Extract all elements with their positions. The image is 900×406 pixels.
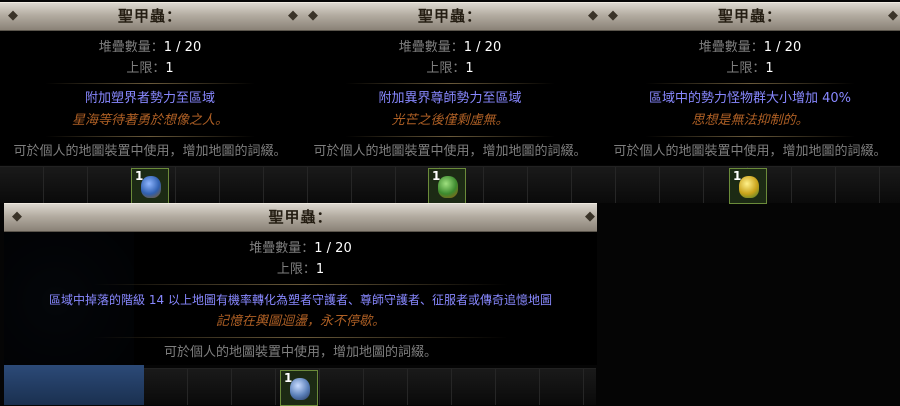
separator [45,136,255,137]
scarab-icon [141,176,161,198]
inventory-grid: 1 [144,368,596,406]
help-text: 可於個人的地圖裝置中使用，增加地圖的詞綴。 [613,144,887,159]
help-text: 可於個人的地圖裝置中使用，增加地圖的詞綴。 [313,144,587,159]
separator [92,337,509,338]
inventory-slot-scarab-3[interactable]: 1 [729,168,767,204]
ornament-icon: ◆ [308,8,318,23]
help-text: 可於個人的地圖裝置中使用，增加地圖的詞綴。 [163,345,437,360]
tooltip-scarab-4: ◆ 聖甲蟲： ◆ 堆疊數量：1 / 20 上限：1 區域中掉落的階級 14 以上… [4,203,597,365]
limit-label: 上限： [426,61,466,76]
explicit-mod: 附加異界尊師勢力至區域 [378,91,522,106]
explicit-mod: 附加塑界者勢力至區域 [84,91,215,106]
tooltip-title: 聖甲蟲： [117,7,182,25]
tooltip-header: ◆ 聖甲蟲： ◆ [300,2,600,31]
tooltip-title: 聖甲蟲： [717,7,782,25]
inventory-slot-scarab-1[interactable]: 1 [131,168,169,204]
separator [345,136,555,137]
scarab-icon [438,176,458,198]
limit-label: 上限： [726,61,766,76]
tooltip-header: ◆ 聖甲蟲： ◆ [0,2,300,31]
help-text: 可於個人的地圖裝置中使用，增加地圖的詞綴。 [13,144,287,159]
inventory-grid: 1 1 1 [0,166,900,204]
limit-row: 上限：1 [4,259,597,280]
scarab-icon [290,378,310,400]
separator [645,83,855,84]
ornament-icon: ◆ [588,8,598,23]
stack-size-value: 1 / 20 [163,40,202,55]
scarab-icon [739,176,759,198]
tooltip-header: ◆ 聖甲蟲： ◆ [600,2,900,31]
tooltip-scarab-1: ◆ 聖甲蟲： ◆ 堆疊數量：1 / 20 上限：1 附加塑界者勢力至區域 星海等… [0,2,300,165]
stack-size-row: 堆疊數量：1 / 20 [300,37,600,58]
stack-size-value: 1 / 20 [763,40,802,55]
explicit-mod: 區域中掉落的階級 14 以上地圖有機率轉化為塑者守護者、尊師守護者、征服者或傳奇… [49,293,552,307]
stack-size-row: 堆疊數量：1 / 20 [600,37,900,58]
flavor-text: 記憶在輿圖迴盪，永不停歇。 [215,314,385,329]
limit-value: 1 [165,61,174,76]
ornament-icon: ◆ [288,8,298,23]
limit-value: 1 [315,262,325,277]
stack-size-value: 1 / 20 [463,40,502,55]
limit-label: 上限： [276,262,316,277]
flavor-text: 星海等待著勇於想像之人。 [71,113,228,128]
tooltip-scarab-2: ◆ 聖甲蟲： ◆ 堆疊數量：1 / 20 上限：1 附加異界尊師勢力至區域 光芒… [300,2,600,165]
stack-size-row: 堆疊數量：1 / 20 [0,37,300,58]
explicit-mod: 區域中的勢力怪物群大小增加 40% [648,91,852,106]
stack-size-label: 堆疊數量： [249,241,315,256]
inventory-slot-scarab-4[interactable]: 1 [280,370,318,406]
stack-size-row: 堆疊數量：1 / 20 [4,238,597,259]
limit-value: 1 [465,61,474,76]
stack-size-label: 堆疊數量： [698,40,764,55]
limit-row: 上限：1 [300,58,600,79]
map-background [4,365,144,405]
tooltip-header: ◆ 聖甲蟲： ◆ [4,203,597,232]
separator [92,284,509,285]
stack-size-label: 堆疊數量： [98,40,164,55]
tooltip-scarab-3: ◆ 聖甲蟲： ◆ 堆疊數量：1 / 20 上限：1 區域中的勢力怪物群大小增加 … [600,2,900,165]
limit-label: 上限： [126,61,166,76]
limit-row: 上限：1 [600,58,900,79]
ornament-icon: ◆ [12,209,22,224]
separator [45,83,255,84]
inventory-slot-scarab-2[interactable]: 1 [428,168,466,204]
tooltip-title: 聖甲蟲： [268,208,333,226]
flavor-text: 光芒之後僅剩虛無。 [391,113,509,128]
ornament-icon: ◆ [585,209,595,224]
limit-value: 1 [765,61,774,76]
ornament-icon: ◆ [608,8,618,23]
flavor-text: 思想是無法抑制的。 [691,113,809,128]
separator [645,136,855,137]
ornament-icon: ◆ [888,8,898,23]
limit-row: 上限：1 [0,58,300,79]
stack-size-label: 堆疊數量： [398,40,464,55]
stack-size-value: 1 / 20 [314,241,352,256]
separator [345,83,555,84]
tooltip-title: 聖甲蟲： [417,7,482,25]
ornament-icon: ◆ [8,8,18,23]
